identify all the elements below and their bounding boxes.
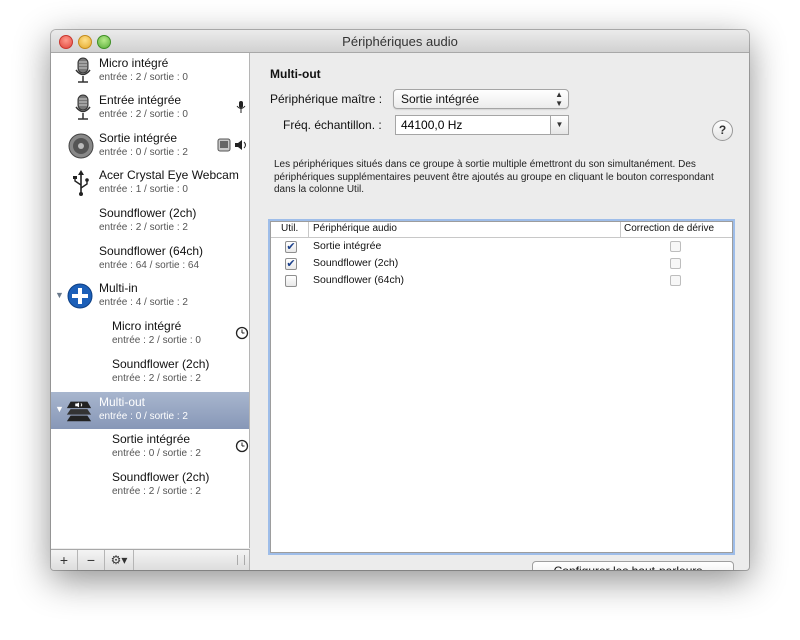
device-name: Soundflower (2ch) — [99, 206, 197, 220]
device-item-multi-in[interactable]: ▼ Multi-in entrée : 4 / sortie : 2 — [51, 278, 249, 315]
device-io: entrée : 64 / sortie : 64 — [99, 260, 200, 271]
table-row[interactable]: Soundflower (64ch) — [271, 272, 732, 289]
small-mic-icon — [236, 101, 246, 113]
device-cell: Soundflower (2ch) — [313, 257, 399, 269]
drift-checkbox[interactable] — [670, 275, 681, 286]
device-io: entrée : 2 / sortie : 2 — [112, 373, 201, 384]
device-name: Micro intégré — [112, 319, 182, 333]
device-io: entrée : 2 / sortie : 2 — [99, 222, 188, 233]
device-io: entrée : 0 / sortie : 2 — [99, 411, 188, 422]
master-device-value: Sortie intégrée — [401, 92, 480, 106]
column-header-device[interactable]: Périphérique audio — [313, 223, 397, 234]
sub-device-soundflower-2ch[interactable]: Soundflower (2ch) entrée : 2 / sortie : … — [51, 467, 249, 504]
device-heading: Multi-out — [270, 67, 321, 81]
device-io: entrée : 4 / sortie : 2 — [99, 297, 188, 308]
aggregate-plus-icon — [67, 283, 93, 309]
speaker-icon — [68, 133, 94, 159]
column-header-use[interactable]: Util. — [281, 223, 298, 234]
device-name: Soundflower (2ch) — [112, 357, 210, 371]
device-item-sortie-integree[interactable]: Sortie intégrée entrée : 0 / sortie : 2 — [51, 128, 249, 165]
device-io: entrée : 2 / sortie : 0 — [99, 72, 188, 83]
chevron-down-icon[interactable]: ▼ — [550, 116, 568, 134]
device-name: Micro intégré — [99, 56, 169, 70]
drift-checkbox[interactable] — [670, 241, 681, 252]
sidebar-toolbar: + − ⚙▾ — [51, 549, 250, 570]
device-item-entree-integree[interactable]: Entrée intégrée entrée : 2 / sortie : 0 — [51, 90, 249, 127]
drift-checkbox[interactable] — [670, 258, 681, 269]
master-device-popup[interactable]: Sortie intégrée ▲ ▼ — [393, 89, 569, 109]
sample-rate-combo[interactable]: 44100,0 Hz ▼ — [395, 115, 569, 135]
device-name: Multi-out — [99, 395, 146, 409]
window-title: Périphériques audio — [342, 34, 458, 49]
configure-speakers-button[interactable]: Configurer les haut-parleurs... — [532, 561, 734, 570]
device-name: Entrée intégrée — [99, 93, 182, 107]
column-divider — [308, 222, 309, 237]
use-checkbox[interactable]: ✔ — [285, 258, 297, 270]
sub-device-sortie-integree[interactable]: Sortie intégrée entrée : 0 / sortie : 2 — [51, 429, 249, 466]
updown-arrows-icon: ▲ ▼ — [555, 90, 563, 108]
use-checkbox[interactable]: ✔ — [285, 241, 297, 253]
table-header: Util. Périphérique audio Correction de d… — [271, 222, 732, 238]
device-item-soundflower-64ch[interactable]: Soundflower (64ch) entrée : 64 / sortie … — [51, 241, 249, 278]
device-cell: Sortie intégrée — [313, 240, 382, 252]
device-item-multi-out[interactable]: ▼ Multi-out entrée : 0 / sortie : 2 — [51, 392, 249, 429]
device-io: entrée : 1 / sortie : 0 — [99, 184, 188, 195]
sample-rate-label: Fréq. échantillon. : — [283, 118, 382, 132]
device-cell: Soundflower (64ch) — [313, 274, 405, 286]
help-button[interactable]: ? — [712, 120, 733, 141]
device-name: Acer Crystal Eye Webcam — [99, 168, 239, 182]
device-name: Multi-in — [99, 281, 138, 295]
device-io: entrée : 2 / sortie : 0 — [112, 335, 201, 346]
table-row[interactable]: ✔ Soundflower (2ch) — [271, 255, 732, 272]
device-io: entrée : 0 / sortie : 2 — [99, 147, 188, 158]
device-name: Sortie intégrée — [99, 131, 178, 145]
device-list[interactable]: Micro intégré entrée : 2 / sortie : 0 En… — [51, 53, 250, 548]
master-device-label: Périphérique maître : — [270, 92, 383, 106]
sample-rate-value: 44100,0 Hz — [401, 118, 463, 132]
titlebar: Périphériques audio — [51, 30, 749, 53]
audio-devices-window: Périphériques audio Micro intégré entrée… — [51, 30, 749, 570]
device-item-acer-webcam[interactable]: Acer Crystal Eye Webcam entrée : 1 / sor… — [51, 165, 249, 202]
device-name: Sortie intégrée — [112, 432, 191, 446]
device-io: entrée : 0 / sortie : 2 — [112, 448, 201, 459]
device-name: Soundflower (2ch) — [112, 470, 210, 484]
gear-menu-button[interactable]: ⚙▾ — [105, 550, 134, 570]
clock-icon — [235, 439, 249, 453]
group-description: Les périphériques situés dans ce groupe … — [274, 159, 714, 195]
column-header-drift[interactable]: Correction de dérive — [624, 223, 714, 234]
add-device-button[interactable]: + — [51, 550, 78, 570]
sub-device-soundflower-2ch[interactable]: Soundflower (2ch) entrée : 2 / sortie : … — [51, 354, 249, 391]
speaker-small-icon — [235, 140, 246, 150]
disclosure-triangle-icon[interactable]: ▼ — [55, 290, 64, 300]
device-name: Soundflower (64ch) — [99, 244, 204, 258]
table-row[interactable]: ✔ Sortie intégrée — [271, 238, 732, 255]
resize-handle[interactable] — [237, 555, 245, 565]
microphone-icon — [75, 94, 91, 120]
clock-icon — [235, 326, 249, 340]
microphone-icon — [75, 57, 91, 83]
device-io: entrée : 2 / sortie : 0 — [99, 109, 188, 120]
sub-device-micro-integre[interactable]: Micro intégré entrée : 2 / sortie : 0 — [51, 316, 249, 353]
usb-icon — [73, 170, 89, 196]
disclosure-triangle-icon[interactable]: ▼ — [55, 404, 64, 414]
use-checkbox[interactable] — [285, 275, 297, 287]
device-item-soundflower-2ch[interactable]: Soundflower (2ch) entrée : 2 / sortie : … — [51, 203, 249, 240]
multi-output-icon — [66, 401, 92, 422]
device-io: entrée : 2 / sortie : 2 — [112, 486, 201, 497]
device-detail-panel: Multi-out Périphérique maître : Sortie i… — [250, 53, 749, 570]
device-item-micro-integre[interactable]: Micro intégré entrée : 2 / sortie : 0 — [51, 53, 249, 90]
audio-device-table[interactable]: Util. Périphérique audio Correction de d… — [270, 221, 733, 553]
column-divider — [620, 222, 621, 237]
finder-icon — [217, 138, 231, 152]
remove-device-button[interactable]: − — [78, 550, 105, 570]
